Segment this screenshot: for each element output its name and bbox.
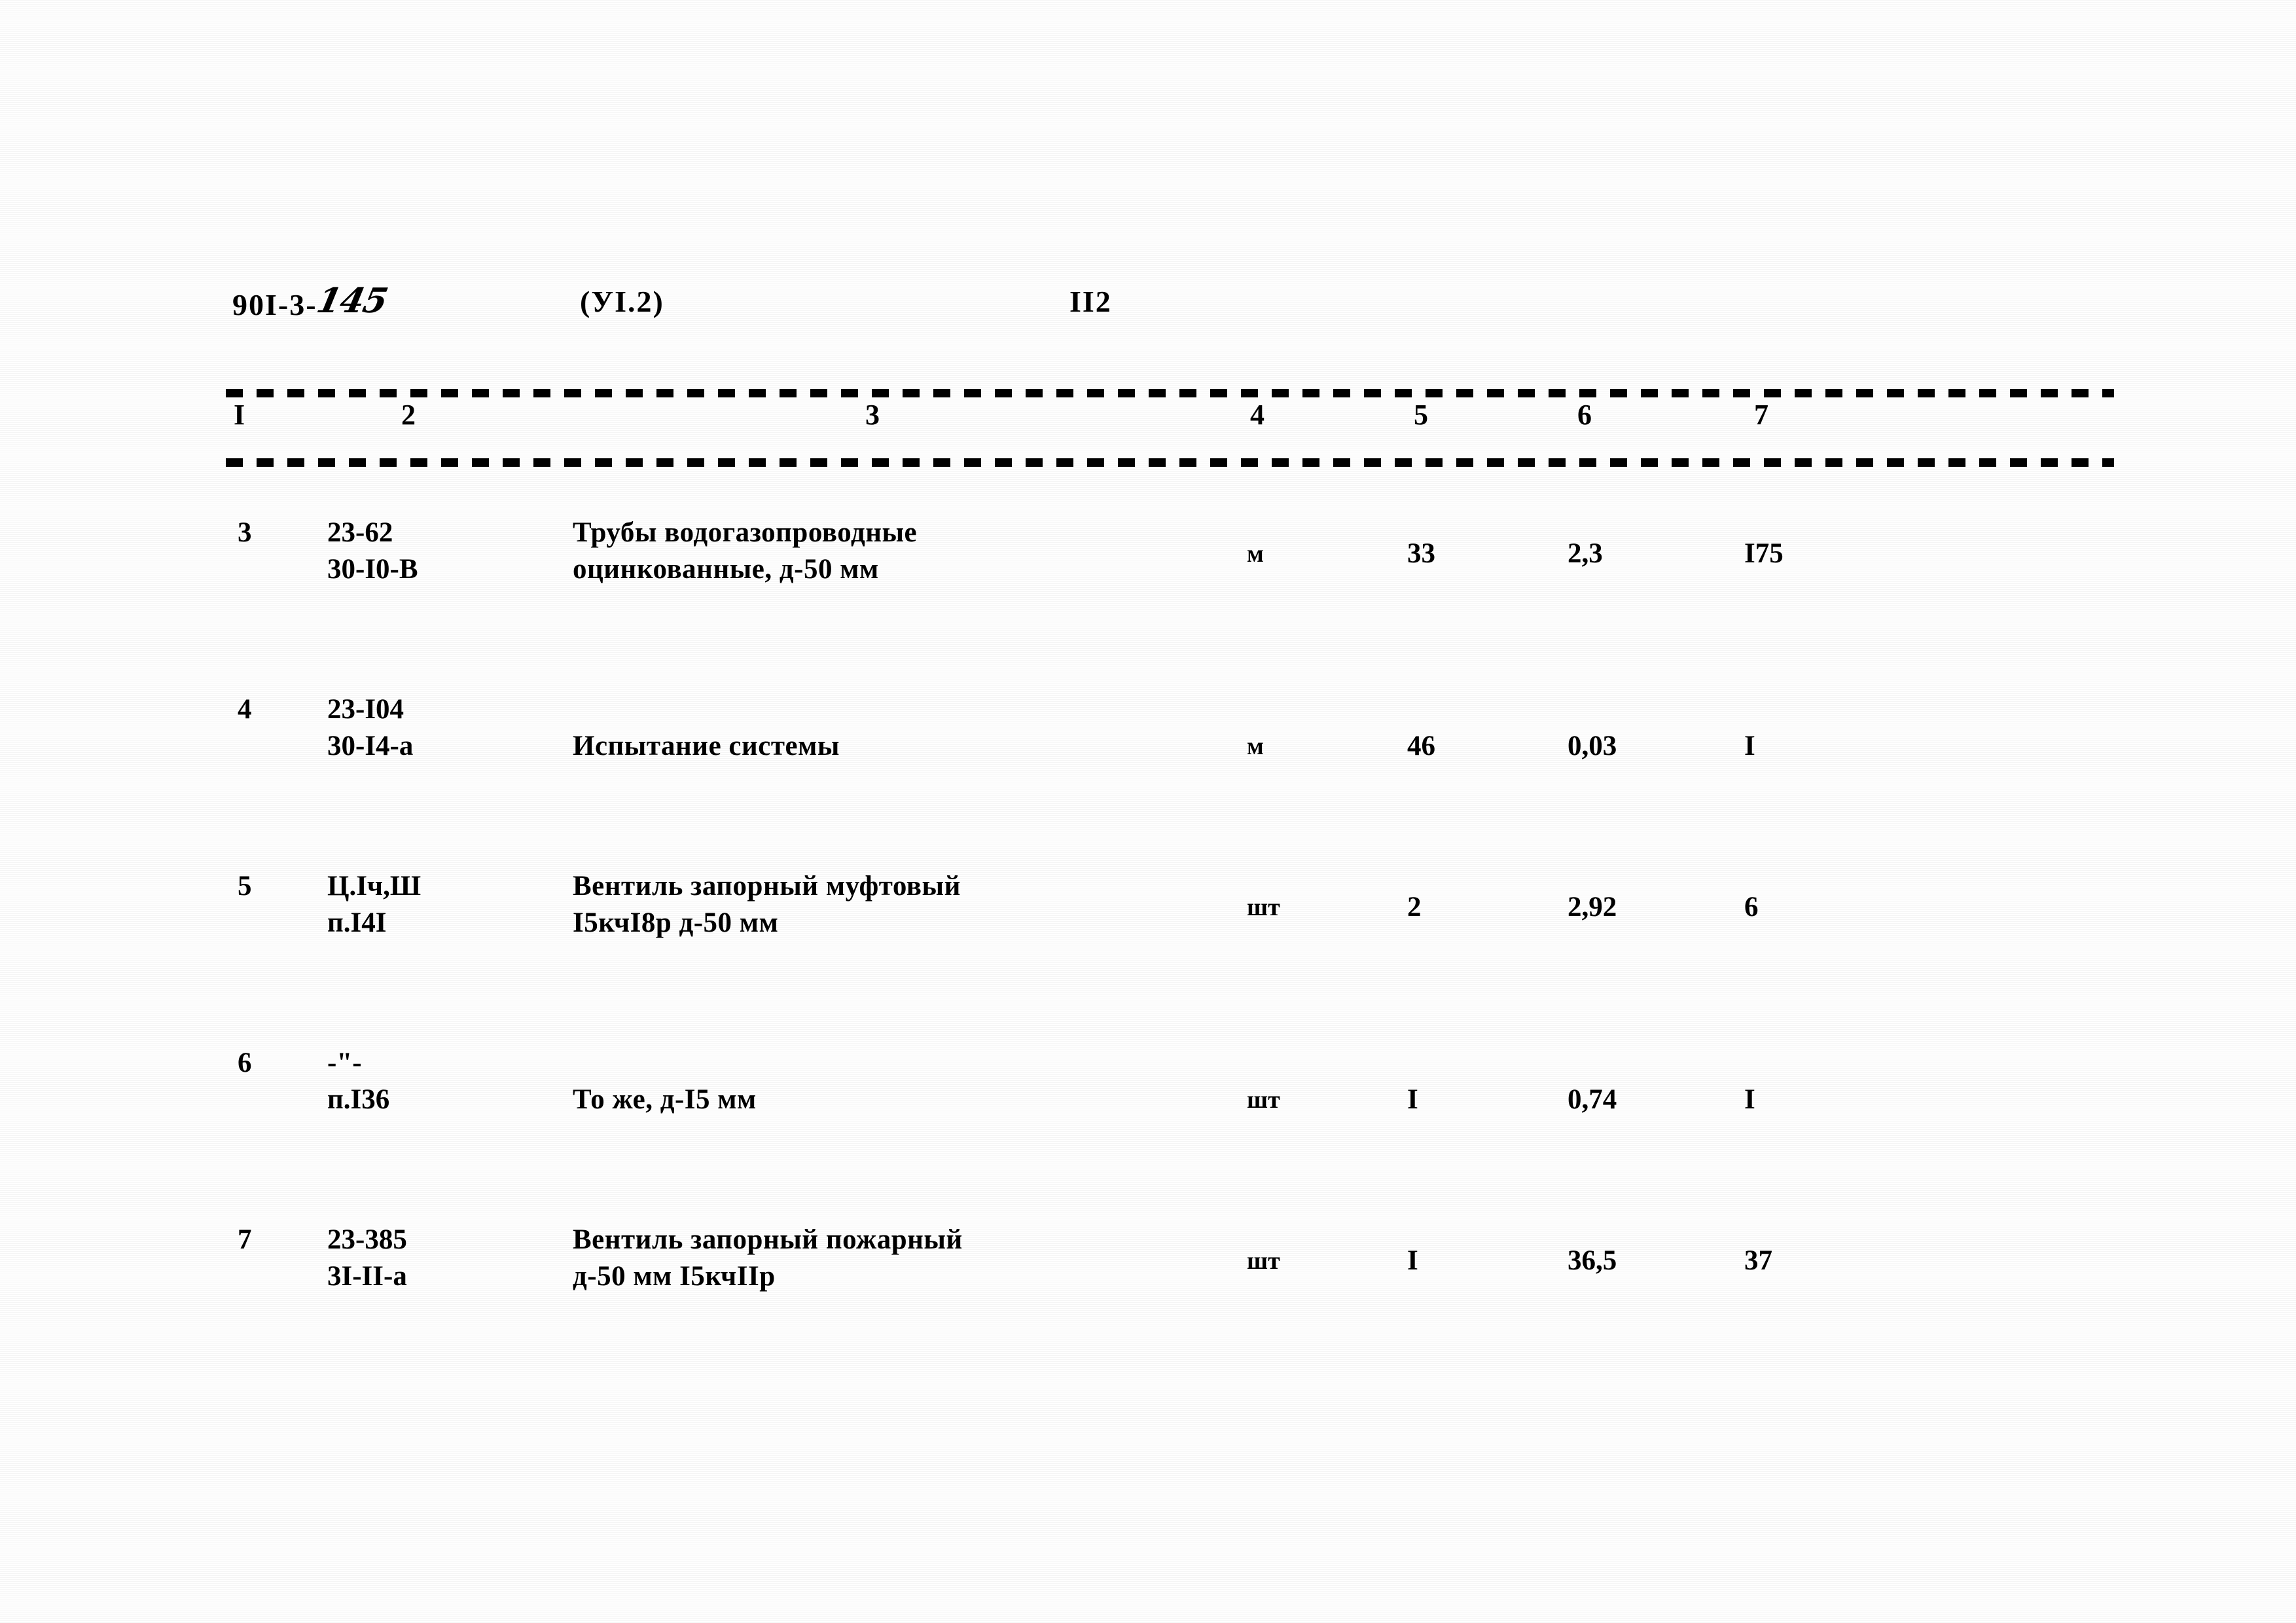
column-number-4: 4 <box>1250 399 1265 431</box>
row-total: 6 <box>1744 892 1759 922</box>
row-total: I <box>1744 731 1755 761</box>
column-number-2: 2 <box>401 399 416 431</box>
document-header: 90I-3-145 (УI.2) II2 <box>0 281 2296 342</box>
row-quantity: I <box>1407 1084 1418 1115</box>
row-total: 37 <box>1744 1245 1772 1276</box>
table-column-number-header: I 2 3 4 5 6 7 <box>0 401 2296 453</box>
row-code: Ц.Iч,Ш п.I4I <box>327 871 422 938</box>
row-quantity: I <box>1407 1245 1418 1276</box>
row-description: Вентиль запорный пожарный д-50 мм I5кчII… <box>573 1224 963 1292</box>
row-quantity: 46 <box>1407 731 1435 761</box>
row-description: Вентиль запорный муфтовый I5кчI8р д-50 м… <box>573 871 961 938</box>
row-description: Трубы водогазопроводные оцинкованные, д-… <box>573 517 918 585</box>
page-number: II2 <box>1069 285 1112 318</box>
row-code: -"- п.I36 <box>327 1048 390 1115</box>
column-number-6: 6 <box>1577 399 1592 431</box>
column-number-3: 3 <box>865 399 880 431</box>
row-unit: шт <box>1247 1086 1280 1114</box>
table-row: 6 -"- п.I36 То же, д-I5 мм шт I 0,74 I <box>0 1034 2296 1211</box>
row-unit: шт <box>1247 894 1280 921</box>
column-number-5: 5 <box>1414 399 1428 431</box>
table-body: 3 23-62 30-I0-В Трубы водогазопроводные … <box>0 504 2296 1388</box>
row-unit: м <box>1247 540 1264 568</box>
row-unit: шт <box>1247 1247 1280 1275</box>
row-rate: 36,5 <box>1568 1245 1617 1276</box>
table-row: 4 23-I04 30-I4-а Испытание системы м 46 … <box>0 681 2296 858</box>
row-rate: 2,3 <box>1568 538 1603 569</box>
series-code-printed: 90I-3- <box>232 288 317 321</box>
document-page: 90I-3-145 (УI.2) II2 I 2 3 4 5 6 7 3 23-… <box>0 0 2296 1623</box>
row-quantity: 33 <box>1407 538 1435 569</box>
row-number: 3 <box>238 517 252 548</box>
row-number: 6 <box>238 1048 252 1078</box>
row-total: I <box>1744 1084 1755 1115</box>
series-code: 90I-3-145 <box>232 281 391 321</box>
row-code: 23-I04 30-I4-а <box>327 694 414 761</box>
row-rate: 0,74 <box>1568 1084 1617 1115</box>
row-rate: 0,03 <box>1568 731 1617 761</box>
row-rate: 2,92 <box>1568 892 1617 922</box>
series-code-handwritten: 145 <box>313 281 391 321</box>
row-description: Испытание системы <box>573 731 840 761</box>
table-header-bottom-dashed-rule <box>226 458 2114 467</box>
row-quantity: 2 <box>1407 892 1422 922</box>
row-total: I75 <box>1744 538 1784 569</box>
section-label: (УI.2) <box>580 285 664 318</box>
row-unit: м <box>1247 733 1264 760</box>
row-number: 7 <box>238 1224 252 1255</box>
table-row: 5 Ц.Iч,Ш п.I4I Вентиль запорный муфтовый… <box>0 858 2296 1034</box>
column-number-1: I <box>234 399 245 431</box>
row-description: То же, д-I5 мм <box>573 1084 757 1115</box>
row-number: 4 <box>238 694 252 725</box>
table-row: 3 23-62 30-I0-В Трубы водогазопроводные … <box>0 504 2296 681</box>
row-number: 5 <box>238 871 252 902</box>
table-top-dashed-rule <box>226 389 2114 397</box>
table-row: 7 23-385 3I-II-а Вентиль запорный пожарн… <box>0 1211 2296 1388</box>
row-code: 23-385 3I-II-а <box>327 1224 407 1292</box>
row-code: 23-62 30-I0-В <box>327 517 418 585</box>
column-number-7: 7 <box>1754 399 1768 431</box>
